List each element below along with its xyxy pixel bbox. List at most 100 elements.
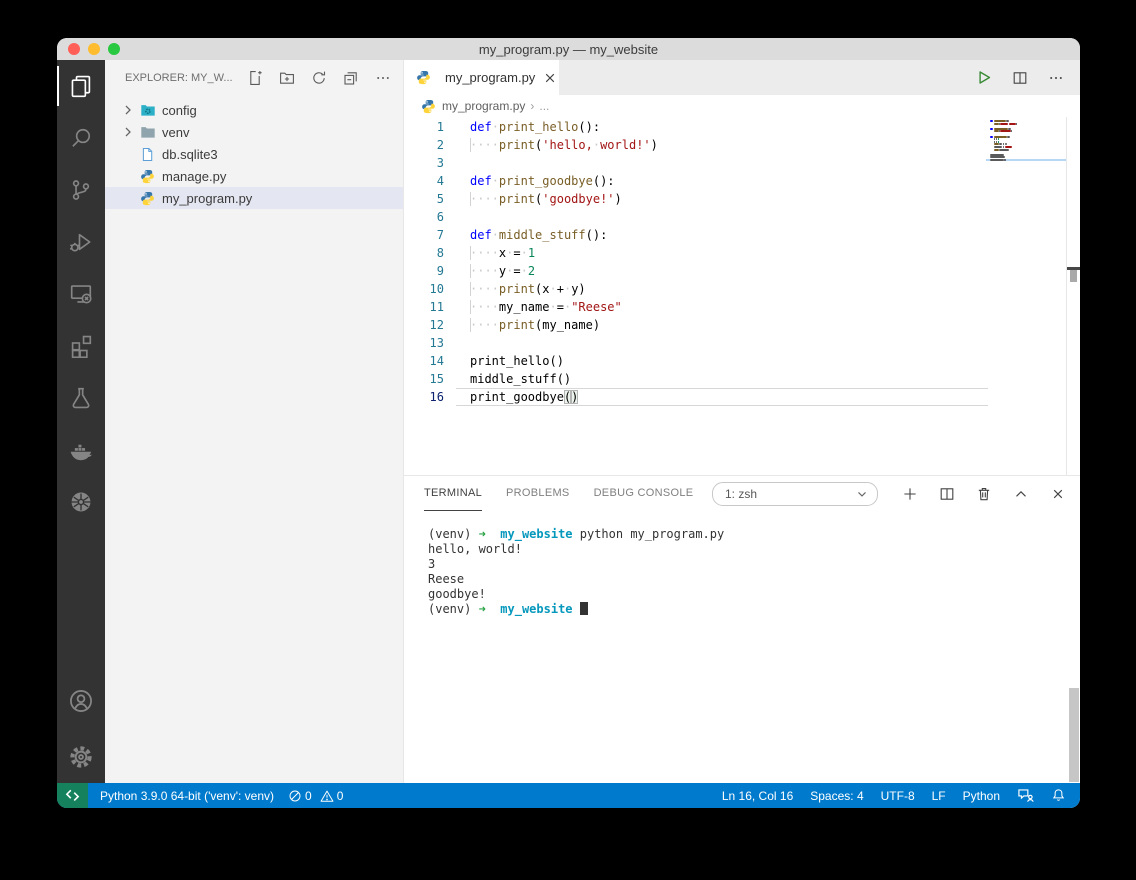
code-editor[interactable]: 1 def·print_hello(): 2 ····print('hello,·wo… bbox=[404, 117, 988, 475]
line-number: 4 bbox=[436, 174, 444, 188]
tree-item-my_program.py[interactable]: my_program.py bbox=[105, 187, 403, 209]
run-python-file-button[interactable] bbox=[975, 69, 992, 86]
editor-tab-bar: my_program.py bbox=[404, 60, 1080, 95]
panel-scrollbar-thumb[interactable] bbox=[1069, 688, 1079, 782]
activity-bar-item-accounts[interactable] bbox=[57, 675, 105, 727]
kubernetes-icon bbox=[69, 490, 93, 514]
activity-bar-item-kubernetes[interactable] bbox=[57, 476, 105, 528]
split-terminal-icon[interactable] bbox=[939, 486, 955, 502]
chevron-right-icon bbox=[120, 102, 140, 118]
code-line[interactable]: 3 bbox=[404, 154, 986, 172]
terminal-line: Reese bbox=[428, 572, 465, 586]
chevron-right-icon bbox=[120, 124, 140, 140]
tree-item-venv[interactable]: venv bbox=[105, 121, 403, 143]
code-line[interactable]: 4 def·print_goodbye(): bbox=[404, 172, 986, 190]
terminal-line: (venv) ➜ my_website python my_program.py bbox=[428, 527, 725, 541]
python-file-icon bbox=[421, 99, 437, 114]
minimap-line bbox=[986, 158, 1066, 161]
feedback-icon[interactable] bbox=[1017, 787, 1034, 804]
tree-item-manage.py[interactable]: manage.py bbox=[105, 165, 403, 187]
code-line[interactable]: 2 ····print('hello,·world!') bbox=[404, 136, 986, 154]
problems-status[interactable]: 0 0 bbox=[288, 789, 343, 803]
activity-bar-item-explorer[interactable] bbox=[57, 60, 105, 112]
trash-icon[interactable] bbox=[976, 486, 992, 502]
refresh-icon[interactable] bbox=[311, 70, 327, 86]
panel-tab-terminal[interactable]: TERMINAL bbox=[424, 476, 483, 511]
code-line[interactable]: 7 def·middle_stuff(): bbox=[404, 226, 986, 244]
minimap[interactable] bbox=[986, 117, 1066, 475]
line-number: 6 bbox=[436, 210, 444, 224]
activity-bar-item-run-and-debug[interactable] bbox=[57, 216, 105, 268]
breadcrumb-more[interactable]: ... bbox=[539, 99, 549, 113]
vscode-window: my_program.py — my_website EXPLORER: MY_… bbox=[57, 38, 1080, 808]
code-line[interactable]: 15 middle_stuff() bbox=[404, 370, 986, 388]
line-number: 8 bbox=[436, 246, 444, 260]
terminal-line: (venv) ➜ my_website bbox=[428, 602, 1080, 617]
panel-tabs: TERMINAL PROBLEMS DEBUG CONSOLE bbox=[424, 476, 693, 511]
collapse-all-icon[interactable] bbox=[343, 70, 359, 86]
tab-my-program[interactable]: my_program.py bbox=[404, 60, 559, 95]
code-line[interactable]: 12 ····print(my_name) bbox=[404, 316, 986, 334]
status-eol[interactable]: LF bbox=[932, 789, 946, 803]
activity-bar-item-settings[interactable] bbox=[57, 731, 105, 783]
zoom-window-button[interactable] bbox=[108, 43, 120, 55]
activity-bar-item-testing[interactable] bbox=[57, 372, 105, 424]
code-line[interactable]: 14 print_hello() bbox=[404, 352, 986, 370]
status-language-mode[interactable]: Python bbox=[963, 789, 1000, 803]
terminal-shell-select[interactable]: 1: zsh bbox=[712, 481, 878, 506]
tab-label: my_program.py bbox=[445, 70, 536, 85]
panel-actions bbox=[902, 486, 1066, 502]
plus-icon[interactable] bbox=[902, 486, 918, 502]
close-tab-icon[interactable] bbox=[542, 70, 558, 86]
code-line[interactable]: 10 ····print(x·+·y) bbox=[404, 280, 986, 298]
python-interpreter-status[interactable]: Python 3.9.0 64-bit ('venv': venv) bbox=[100, 789, 274, 803]
line-number: 16 bbox=[429, 390, 444, 404]
debug-icon bbox=[69, 230, 93, 254]
code-line[interactable]: 13 bbox=[404, 334, 986, 352]
code-line[interactable]: 9 ····y·=·2 bbox=[404, 262, 986, 280]
activity-bar bbox=[57, 60, 105, 783]
status-encoding[interactable]: UTF-8 bbox=[881, 789, 915, 803]
code-line[interactable]: 11 ····my_name·=·"Reese" bbox=[404, 298, 986, 316]
new-file-icon[interactable] bbox=[247, 70, 263, 86]
tree-item-db.sqlite3[interactable]: db.sqlite3 bbox=[105, 143, 403, 165]
warning-count: 0 bbox=[336, 788, 344, 803]
panel-tab-debug-console[interactable]: DEBUG CONSOLE bbox=[594, 476, 694, 511]
remote-indicator[interactable] bbox=[57, 783, 88, 808]
line-number: 3 bbox=[436, 156, 444, 170]
more-actions-icon[interactable] bbox=[1048, 70, 1064, 86]
status-indentation[interactable]: Spaces: 4 bbox=[810, 789, 863, 803]
warning-icon bbox=[320, 789, 334, 803]
activity-bar-item-search[interactable] bbox=[57, 112, 105, 164]
scrollbar-thumb[interactable] bbox=[1070, 270, 1077, 282]
beaker-icon bbox=[69, 386, 93, 410]
code-line[interactable]: 16 print_goodbye() bbox=[404, 388, 988, 406]
terminal-output[interactable]: (venv) ➜ my_website python my_program.py… bbox=[404, 511, 1080, 783]
activity-bar-item-extensions[interactable] bbox=[57, 320, 105, 372]
code-line[interactable]: 6 bbox=[404, 208, 986, 226]
notifications-bell-icon[interactable] bbox=[1051, 788, 1066, 803]
close-icon[interactable] bbox=[1050, 486, 1066, 502]
status-line-col[interactable]: Ln 16, Col 16 bbox=[722, 789, 793, 803]
minimize-window-button[interactable] bbox=[88, 43, 100, 55]
more-icon[interactable] bbox=[375, 70, 391, 86]
code-line[interactable]: 5 ····print('goodbye!') bbox=[404, 190, 986, 208]
close-window-button[interactable] bbox=[68, 43, 80, 55]
chevron-up-icon[interactable] bbox=[1013, 486, 1029, 502]
code-line[interactable]: 8 ····x·=·1 bbox=[404, 244, 986, 262]
activity-bar-item-remote-explorer[interactable] bbox=[57, 268, 105, 320]
tree-item-config[interactable]: config bbox=[105, 99, 403, 121]
activity-bar-item-docker[interactable] bbox=[57, 424, 105, 476]
code-line[interactable]: 1 def·print_hello(): bbox=[404, 118, 986, 136]
line-number: 15 bbox=[429, 372, 444, 386]
activity-bar-item-source-control[interactable] bbox=[57, 164, 105, 216]
breadcrumb[interactable]: my_program.py › ... bbox=[404, 95, 1080, 117]
breadcrumb-file[interactable]: my_program.py bbox=[442, 99, 525, 113]
explorer-header: EXPLORER: MY_W... bbox=[105, 60, 403, 95]
new-folder-icon[interactable] bbox=[279, 70, 295, 86]
panel-tab-problems[interactable]: PROBLEMS bbox=[506, 476, 570, 511]
tree-item-label: my_program.py bbox=[162, 190, 253, 206]
line-number: 11 bbox=[429, 300, 444, 314]
editor-scrollbar[interactable] bbox=[1066, 117, 1080, 475]
split-editor-icon[interactable] bbox=[1012, 70, 1028, 86]
